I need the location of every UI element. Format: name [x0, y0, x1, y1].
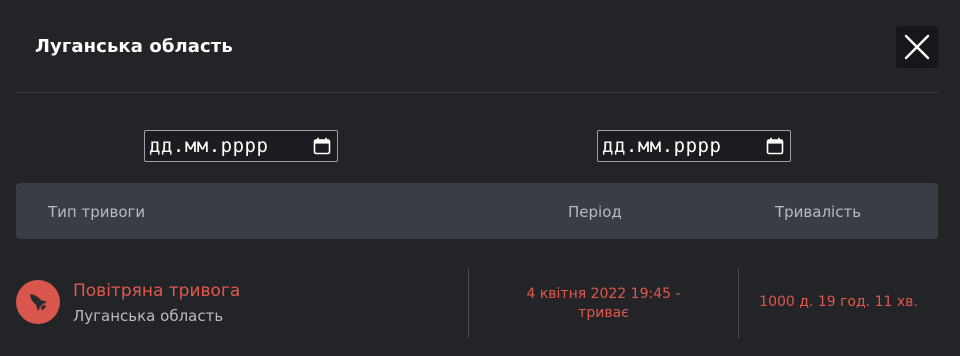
- period-status: триває: [578, 305, 629, 321]
- close-button[interactable]: [896, 26, 938, 68]
- date-to-placeholder: дд.мм.рррр: [602, 135, 722, 157]
- calendar-icon[interactable]: [766, 137, 784, 155]
- alert-type: Повітряна тривога: [73, 281, 241, 301]
- date-from-placeholder: дд.мм.рррр: [149, 135, 269, 157]
- column-header-duration: Тривалість: [775, 203, 862, 221]
- modal-header: Луганська область: [0, 0, 960, 92]
- period-start: 4 квітня 2022 19:45 -: [526, 286, 681, 302]
- close-icon: [904, 34, 930, 60]
- duration-cell: 1000 д. 19 год. 11 хв.: [759, 294, 918, 310]
- header-divider: [16, 92, 938, 93]
- column-header-type: Тип тривоги: [48, 203, 146, 221]
- table-header: Тип тривоги Період Тривалість: [16, 183, 938, 239]
- calendar-icon[interactable]: [313, 137, 331, 155]
- alert-region: Луганська область: [73, 307, 224, 325]
- date-from-input[interactable]: дд.мм.рррр: [144, 130, 338, 162]
- alert-history-modal: Луганська область дд.мм.рррр дд.мм.рррр: [0, 0, 960, 356]
- rocket-icon: [16, 280, 60, 324]
- column-header-period: Період: [568, 203, 622, 221]
- table-row: Повітряна тривога Луганська область 4 кв…: [16, 260, 938, 346]
- period-cell: 4 квітня 2022 19:45 - триває: [469, 285, 738, 323]
- modal-title: Луганська область: [35, 36, 233, 57]
- date-to-input[interactable]: дд.мм.рррр: [597, 130, 791, 162]
